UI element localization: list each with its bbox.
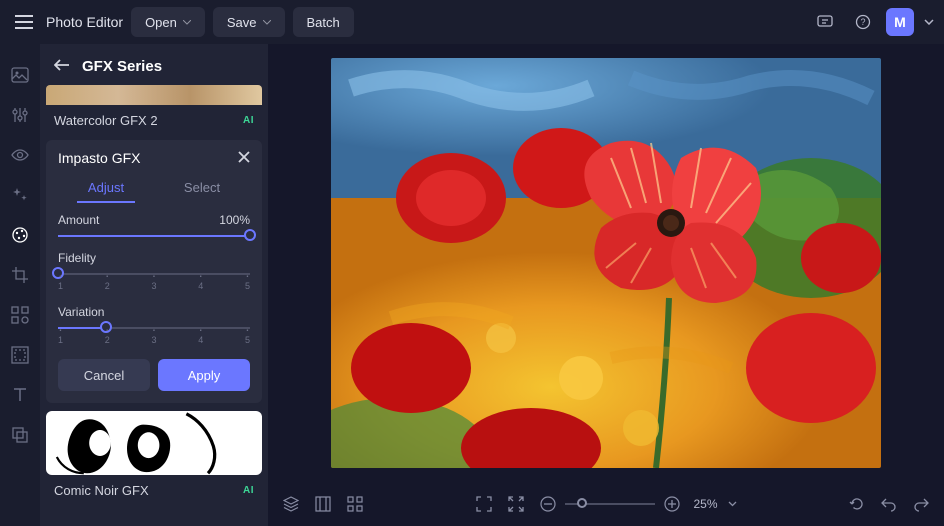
zoom-in-button[interactable]: [663, 495, 681, 513]
rail-image-icon[interactable]: [9, 64, 31, 86]
zoom-out-button[interactable]: [539, 495, 557, 513]
fit-screen-button[interactable]: [475, 495, 493, 513]
subtab-adjust[interactable]: Adjust: [58, 174, 154, 201]
save-button[interactable]: Save: [213, 7, 285, 37]
cancel-button[interactable]: Cancel: [58, 359, 150, 391]
rail-overlay-icon[interactable]: [9, 424, 31, 446]
param-label: Variation: [58, 305, 104, 319]
help-icon: ?: [855, 14, 871, 30]
zoom-slider[interactable]: [565, 503, 655, 505]
tick: 3: [151, 335, 156, 345]
rail-shapes-icon[interactable]: [9, 304, 31, 326]
help-button[interactable]: ?: [848, 7, 878, 37]
close-icon: [238, 151, 250, 163]
tick: 1: [58, 335, 63, 345]
batch-button[interactable]: Batch: [293, 7, 354, 37]
layers-button[interactable]: [282, 495, 300, 513]
canvas-area: 25%: [268, 44, 944, 526]
param-fidelity: Fidelity 1 2 3 4 5: [58, 251, 250, 291]
preset-name: Watercolor GFX 2: [54, 113, 158, 128]
effect-name: Impasto GFX: [58, 150, 140, 166]
rail-crop-icon[interactable]: [9, 264, 31, 286]
arrow-left-icon: [54, 59, 70, 71]
grid-button[interactable]: [346, 495, 364, 513]
tick: 1: [58, 281, 63, 291]
header: Photo Editor Open Save Batch ? M: [0, 0, 944, 44]
batch-label: Batch: [307, 15, 340, 30]
preset-thumbnail: [46, 411, 262, 475]
subtab-select[interactable]: Select: [154, 174, 250, 201]
ai-badge: AI: [243, 115, 254, 126]
active-effect-card: Impasto GFX Adjust Select Amount 100%: [46, 140, 262, 403]
tick: 3: [151, 281, 156, 291]
param-label: Fidelity: [58, 251, 96, 265]
param-amount: Amount 100%: [58, 213, 250, 237]
tick: 2: [105, 281, 110, 291]
close-effect-button[interactable]: [238, 151, 250, 166]
canvas[interactable]: [331, 58, 881, 468]
feedback-button[interactable]: [810, 7, 840, 37]
preset-watercolor[interactable]: Watercolor GFX 2 AI: [46, 85, 262, 136]
preset-thumbnail: [46, 85, 262, 105]
tool-rail: [0, 44, 40, 526]
tick: 5: [245, 281, 250, 291]
chevron-down-icon: [263, 20, 271, 25]
param-label: Amount: [58, 213, 99, 227]
back-button[interactable]: [54, 59, 70, 74]
chevron-down-icon: [183, 20, 191, 25]
avatar[interactable]: M: [886, 8, 914, 36]
chevron-down-icon[interactable]: [728, 501, 737, 507]
rail-text-icon[interactable]: [9, 384, 31, 406]
chevron-down-icon[interactable]: [924, 19, 934, 25]
amount-slider[interactable]: [58, 235, 250, 237]
tick: 2: [105, 335, 110, 345]
apply-button[interactable]: Apply: [158, 359, 250, 391]
actual-size-button[interactable]: [507, 495, 525, 513]
undo-button[interactable]: [880, 495, 898, 513]
param-value: 100%: [219, 213, 250, 227]
bottom-bar: 25%: [268, 482, 944, 526]
open-label: Open: [145, 15, 177, 30]
app-title: Photo Editor: [46, 14, 123, 30]
compare-button[interactable]: [314, 495, 332, 513]
chat-icon: [817, 14, 833, 30]
rail-sparkle-icon[interactable]: [9, 184, 31, 206]
tick: 4: [198, 335, 203, 345]
preset-comic-noir[interactable]: Comic Noir GFX AI: [46, 411, 262, 506]
save-label: Save: [227, 15, 257, 30]
ai-badge: AI: [243, 485, 254, 496]
rail-eye-icon[interactable]: [9, 144, 31, 166]
rotate-button[interactable]: [848, 495, 866, 513]
panel-title: GFX Series: [82, 58, 162, 75]
rail-frame-icon[interactable]: [9, 344, 31, 366]
rail-effects-icon[interactable]: [9, 224, 31, 246]
zoom-controls: 25%: [539, 495, 736, 513]
zoom-value: 25%: [693, 497, 717, 511]
preset-name: Comic Noir GFX: [54, 483, 149, 498]
rail-adjust-icon[interactable]: [9, 104, 31, 126]
param-variation: Variation 1 2 3 4 5: [58, 305, 250, 345]
menu-button[interactable]: [10, 8, 38, 36]
svg-text:?: ?: [860, 17, 865, 27]
hamburger-icon: [15, 15, 33, 29]
tick: 5: [245, 335, 250, 345]
tick: 4: [198, 281, 203, 291]
open-button[interactable]: Open: [131, 7, 205, 37]
redo-button[interactable]: [912, 495, 930, 513]
effects-panel: GFX Series Watercolor GFX 2 AI Impasto G…: [40, 44, 268, 526]
